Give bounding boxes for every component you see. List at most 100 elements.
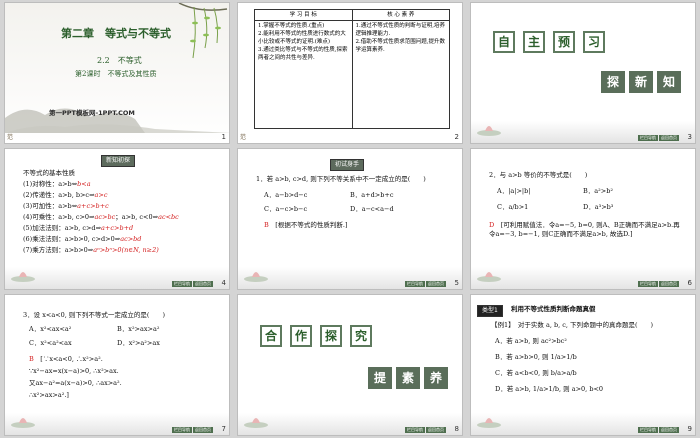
core-item: 1.通过不等式性质的判断与证明,培养逻辑推理能力. (355, 23, 446, 37)
solution-line: 又ax−a²=a(x−a)>0, ∴ax>a². (29, 379, 122, 387)
section-stamp-char: 主 (523, 31, 545, 53)
section-badge: 新知初探 (101, 155, 136, 167)
nav-button-home[interactable]: 返回首页 (426, 427, 446, 433)
option-b: B．a+d>b+c (350, 191, 394, 199)
question-text: 3．设 x<a<0, 则下列不等式一定成立的是( ) (23, 311, 165, 319)
core-item: 2.借助不等式性质求范围问题,提升数学运算素养. (355, 39, 446, 53)
option-a: A．若 a>b, 则 ac²>bc² (495, 337, 567, 345)
slide-number: 8 (454, 425, 459, 433)
nav-button-contents[interactable]: 栏目导航 (638, 427, 658, 433)
objectives-table: 学 习 目 标 核 心 素 养 1.掌握不等式的性质.(重点) 2.能利用不等式… (254, 9, 450, 129)
answer-line: B [根据不等式的性质判断.] (264, 221, 348, 229)
chapter-title: 第二章 等式与不等式 (61, 27, 171, 40)
option-b: B．若 a>b>0, 则 1/a>1/b (495, 353, 577, 361)
goal-item: 2.能利用不等式的性质进行数式的大小比较或不等式的证明.(难点) (258, 31, 346, 45)
option-c: C．a/b>1 (497, 203, 529, 211)
nav-button-home[interactable]: 返回首页 (659, 281, 679, 287)
lesson-title: 第2课时 不等式及其性质 (75, 70, 157, 78)
slide-number: 6 (687, 279, 692, 287)
option-b: B．x²>ax>a² (117, 325, 160, 333)
option-c: C．a−c>b−c (264, 205, 308, 213)
table-header-goals: 学 习 目 标 (254, 9, 353, 21)
nav-button-home[interactable]: 返回首页 (193, 281, 213, 287)
nav-buttons: 栏目导航 返回首页 (638, 135, 679, 141)
section-seal-char: 提 (368, 367, 392, 389)
slide-thumbnail-7[interactable]: 3．设 x<a<0, 则下列不等式一定成立的是( ) A．x²<ax<a² B．… (4, 294, 230, 436)
lotus-decoration (244, 272, 268, 282)
nav-buttons: 栏目导航 返回首页 (172, 281, 213, 287)
property-line: (1)对称性：a>b⇔b<a (23, 180, 91, 188)
section-stamp-char: 习 (583, 31, 605, 53)
section-badge: 初试身手 (330, 159, 365, 171)
solution-line: ∵x²−ax=x(x−a)>0, ∴x²>ax. (29, 367, 119, 375)
answer-line: D [可利用赋值法．令a=−5, b=0, 则A、B正确而不满足a>b.再令a=… (489, 221, 680, 238)
slide-heading: 不等式的基本性质 (23, 169, 75, 177)
slide-thumbnail-9[interactable]: 类型1 利用不等式性质判断命题真假 【例1】 对于实数 a, b, c, 下列命… (470, 294, 696, 436)
nav-button-contents[interactable]: 栏目导航 (405, 281, 425, 287)
slide-number: 5 (454, 279, 459, 287)
section-stamp-char: 预 (553, 31, 575, 53)
option-d: D．x²>a²>ax (117, 339, 160, 347)
property-line: (2)传递性：a>b, b>c⇒a>c (23, 191, 108, 199)
answer-line: B [∵x<a<0, ∴x²>a². (29, 355, 103, 363)
question-text: 1．若 a>b, c>d, 则下列不等关系中不一定成立的是( ) (256, 175, 426, 183)
nav-button-contents[interactable]: 栏目导航 (638, 281, 658, 287)
slide-thumbnail-4[interactable]: 新知初探 不等式的基本性质 (1)对称性：a>b⇔b<a (2)传递性：a>b,… (4, 148, 230, 290)
option-a: A．a−b>d−c (264, 191, 308, 199)
nav-button-home[interactable]: 返回首页 (659, 427, 679, 433)
nav-button-contents[interactable]: 栏目导航 (172, 427, 192, 433)
property-line: (3)可加性：a>b⇔a+c>b+c (23, 202, 109, 210)
nav-buttons: 栏目导航 返回首页 (405, 281, 446, 287)
lotus-decoration (477, 272, 501, 282)
slide-thumbnail-3[interactable]: 自 主 预 习 探 新 知 栏目导航 返回首页 3 (470, 2, 696, 144)
nav-buttons: 栏目导航 返回首页 (405, 427, 446, 433)
slide-thumbnail-2[interactable]: 学 习 目 标 核 心 素 养 1.掌握不等式的性质.(重点) 2.能利用不等式… (237, 2, 463, 144)
section-title: 2.2 不等式 (97, 56, 142, 65)
section-seal-char: 探 (601, 71, 625, 93)
lotus-decoration (11, 418, 35, 428)
section-stamp-char: 自 (493, 31, 515, 53)
goal-item: 1.掌握不等式的性质.(重点) (258, 23, 325, 29)
type-title: 利用不等式性质判断命题真假 (511, 305, 596, 313)
section-stamp-char: 探 (320, 325, 342, 347)
nav-buttons: 栏目导航 返回首页 (638, 427, 679, 433)
example-text: 【例1】 对于实数 a, b, c, 下列命题中的真命题是( ) (491, 321, 654, 329)
property-line: (7)乘方法则：a>b>0⇒aⁿ>bⁿ>0(n∈N, n≥2) (23, 246, 159, 254)
section-seal-char: 素 (396, 367, 420, 389)
type-badge: 类型1 (477, 305, 503, 317)
nav-button-home[interactable]: 返回首页 (659, 135, 679, 141)
option-d: D．a−c<a−d (350, 205, 394, 213)
slide-number: 4 (221, 279, 226, 287)
lotus-decoration (477, 126, 501, 136)
option-b: B．a²>b² (583, 187, 613, 195)
corner-label: 范 (240, 134, 247, 141)
lotus-decoration (244, 418, 268, 428)
question-text: 2．与 a>b 等价的不等式是( ) (489, 171, 588, 179)
slide-thumbnail-8[interactable]: 合 作 探 究 提 素 养 栏目导航 返回首页 8 (237, 294, 463, 436)
slide-thumbnail-6[interactable]: 2．与 a>b 等价的不等式是( ) A．|a|>|b| B．a²>b² C．a… (470, 148, 696, 290)
nav-button-home[interactable]: 返回首页 (426, 281, 446, 287)
section-seal-char: 新 (629, 71, 653, 93)
slide-number: 1 (221, 133, 226, 141)
nav-buttons: 栏目导航 返回首页 (638, 281, 679, 287)
slide-number: 2 (454, 133, 459, 141)
goal-item: 3.通过类比等式与不等式的性质,探索两者之间的共性与差异. (258, 47, 348, 61)
slide-number: 3 (687, 133, 692, 141)
option-c: C．x²<a²<ax (29, 339, 72, 347)
lotus-decoration (477, 418, 501, 428)
property-line: (6)乘法法则：a>b>0, c>d>0⇒ac>bd (23, 235, 142, 243)
section-seal-char: 养 (424, 367, 448, 389)
nav-button-contents[interactable]: 栏目导航 (405, 427, 425, 433)
slide-thumbnail-5[interactable]: 初试身手 1．若 a>b, c>d, 则下列不等关系中不一定成立的是( ) A．… (237, 148, 463, 290)
option-a: A．x²<ax<a² (29, 325, 72, 333)
cores-cell: 1.通过不等式性质的判断与证明,培养逻辑推理能力. 2.借助不等式性质求范围问题… (351, 20, 450, 129)
table-header-cores: 核 心 素 养 (351, 9, 450, 21)
slide-number: 7 (221, 425, 226, 433)
nav-button-contents[interactable]: 栏目导航 (172, 281, 192, 287)
nav-button-contents[interactable]: 栏目导航 (638, 135, 658, 141)
nav-buttons: 栏目导航 返回首页 (172, 427, 213, 433)
section-seal-char: 知 (657, 71, 681, 93)
slide-thumbnail-1[interactable]: 第二章 等式与不等式 2.2 不等式 第2课时 不等式及其性质 第一PPT模板网… (4, 2, 230, 144)
section-stamp-char: 合 (260, 325, 282, 347)
nav-button-home[interactable]: 返回首页 (193, 427, 213, 433)
